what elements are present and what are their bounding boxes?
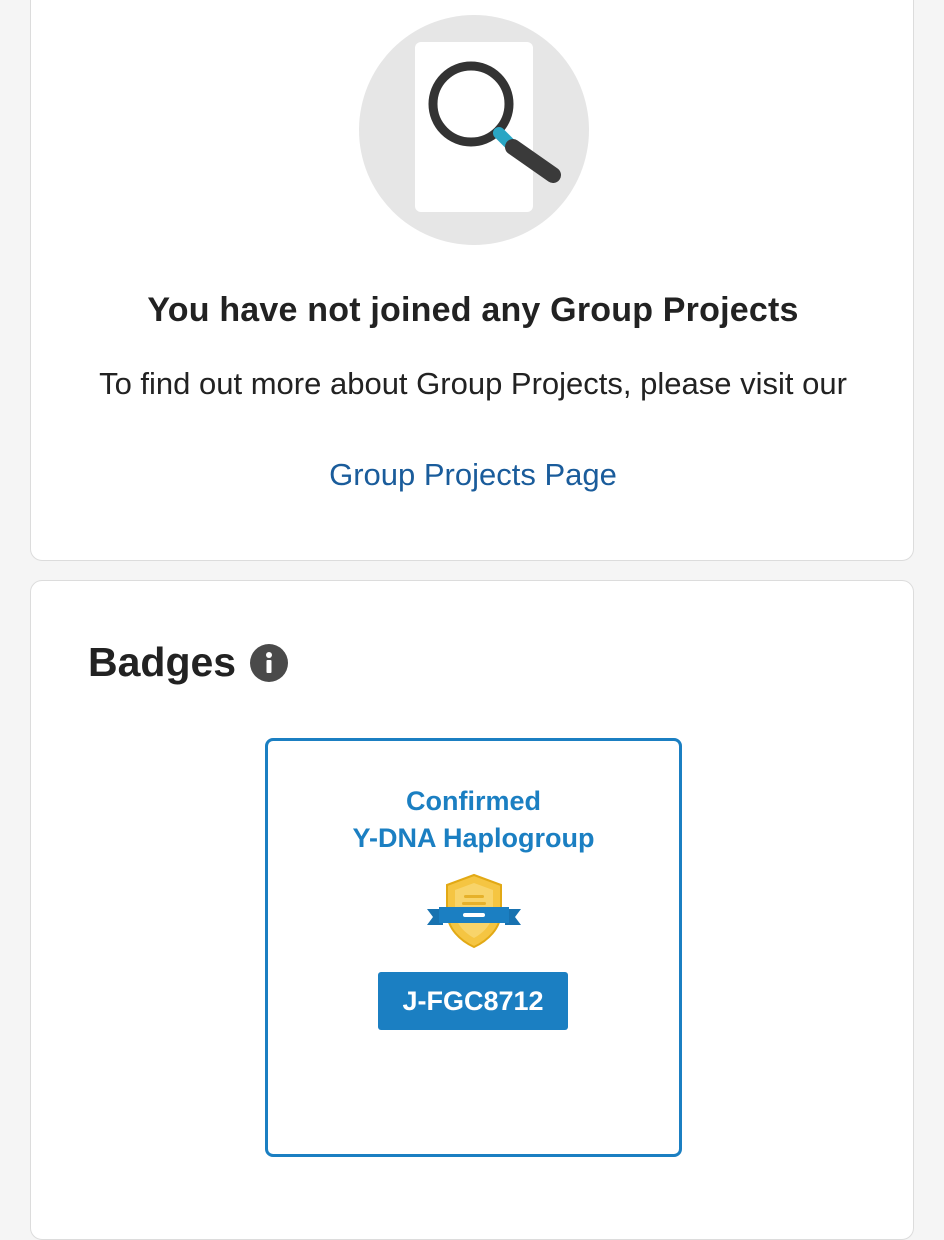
magnifier-icon: [428, 61, 561, 183]
empty-state-title: You have not joined any Group Projects: [147, 291, 799, 329]
badge-title-line1: Confirmed: [406, 786, 541, 816]
group-projects-card: You have not joined any Group Projects T…: [30, 0, 914, 561]
info-icon[interactable]: [250, 643, 289, 682]
badges-header: Badges: [88, 639, 289, 686]
search-document-icon: [359, 15, 589, 245]
haplogroup-value: J-FGC8712: [378, 972, 568, 1030]
empty-state-description: To find out more about Group Projects, p…: [99, 366, 847, 401]
badges-title: Badges: [88, 639, 237, 685]
shield-ribbon-icon: [419, 871, 529, 956]
badges-card: Badges Confirmed Y-DNA Haplogroup J-FGC8…: [30, 580, 914, 1240]
badge-card-haplogroup[interactable]: Confirmed Y-DNA Haplogroup J-FGC8712: [265, 738, 682, 1157]
badge-title: Confirmed Y-DNA Haplogroup: [268, 783, 679, 857]
badge-title-line2: Y-DNA Haplogroup: [352, 823, 595, 853]
group-projects-page-link[interactable]: Group Projects Page: [31, 457, 915, 493]
